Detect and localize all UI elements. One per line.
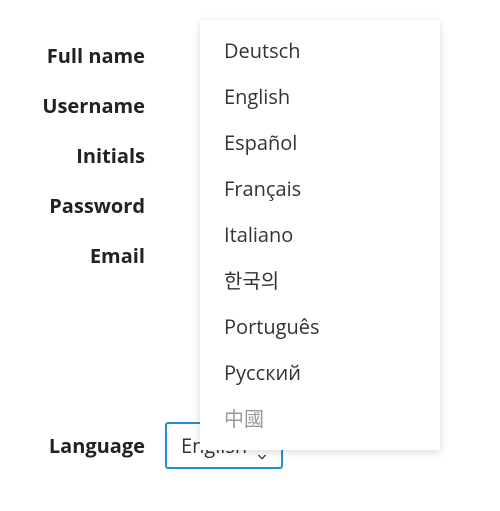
language-option[interactable]: Русский <box>200 350 440 396</box>
language-option[interactable]: 中國 <box>200 396 440 442</box>
language-option[interactable]: Português <box>200 304 440 350</box>
language-option[interactable]: Español <box>200 120 440 166</box>
label-language: Language <box>0 432 165 459</box>
language-option[interactable]: 한국의 <box>200 258 440 304</box>
label-email: Email <box>0 242 165 269</box>
language-option[interactable]: English <box>200 74 440 120</box>
language-dropdown-menu: Deutsch English Español Français Italian… <box>200 20 440 450</box>
label-initials: Initials <box>0 142 165 169</box>
language-option[interactable]: Deutsch <box>200 28 440 74</box>
label-full-name: Full name <box>0 42 165 69</box>
form-container: Full name Username Initials Password Ema… <box>0 0 500 469</box>
label-username: Username <box>0 92 165 119</box>
language-option[interactable]: Italiano <box>200 212 440 258</box>
language-option[interactable]: Français <box>200 166 440 212</box>
label-password: Password <box>0 192 165 219</box>
